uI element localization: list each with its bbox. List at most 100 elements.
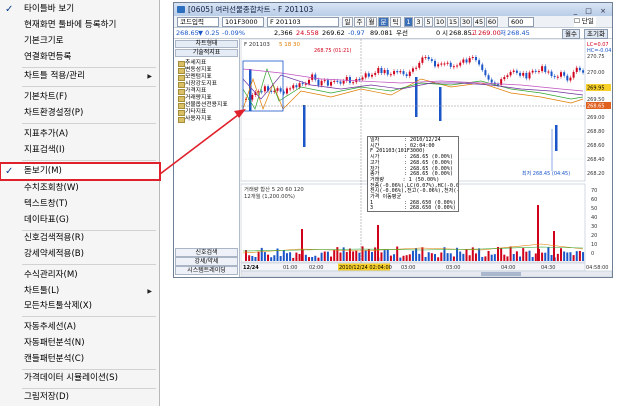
candle	[522, 72, 525, 76]
indicator-folder[interactable]: 시장강도지표	[178, 81, 217, 88]
chart-scrollbar[interactable]	[241, 270, 612, 277]
menu-item-chart-settings[interactable]: 차트환경설정(P)	[0, 106, 160, 121]
menu-item-candle-pattern[interactable]: 캔들패턴분석(C)	[0, 352, 160, 367]
candle	[303, 105, 306, 147]
priority-label: 우선	[396, 29, 408, 37]
volume-bar	[358, 252, 361, 261]
volume-bar	[459, 251, 462, 261]
code-input[interactable]: 101F3000	[222, 17, 264, 27]
reset-button[interactable]: 초기화	[584, 29, 608, 39]
mode-button[interactable]: 월수	[562, 29, 580, 39]
menu-item-save-image[interactable]: 그림저장(D)	[0, 390, 160, 405]
candle	[389, 74, 392, 76]
candle	[257, 91, 260, 93]
menu-item-label: 신호검색적용(R)	[24, 233, 85, 243]
low-label: 저	[500, 29, 506, 37]
candle	[393, 71, 396, 75]
indicator-folder[interactable]: 사용자지표	[178, 116, 212, 123]
unit-button[interactable]: 3	[414, 17, 423, 27]
candle	[386, 69, 389, 75]
volume-bar	[282, 250, 285, 261]
volume-bar	[465, 249, 468, 261]
menu-item-chart-tool[interactable]: 차트툴(L) ▶	[0, 284, 160, 299]
count-input[interactable]: 600	[508, 17, 534, 27]
unit-button[interactable]: 15	[447, 17, 459, 27]
menu-item-price-simulation[interactable]: 가격데이터 시뮬레이션(S)	[0, 371, 160, 386]
volume-bar	[443, 247, 446, 261]
chart-area[interactable]: F 201103 5 18 30 268.75 (01:21) 최저 268.4…	[241, 39, 612, 277]
volume-bar	[547, 247, 550, 261]
candle	[484, 70, 487, 76]
menu-item-delete-tools[interactable]: 모든차트툴삭제(X)	[0, 299, 160, 314]
menu-item-text-window[interactable]: 텍스트창(T)	[0, 197, 160, 212]
menu-item-signal-search[interactable]: 신호검색적용(R)	[0, 231, 160, 246]
menu-item-formula-manager[interactable]: 수식관리자(M)	[0, 268, 160, 283]
menu-item-auto-pattern[interactable]: 자동패턴분석(N)	[0, 336, 160, 351]
menu-item-titlebar[interactable]: ✓ 타이틀바 보기	[0, 2, 160, 17]
tab-period-tick[interactable]: 틱	[390, 17, 401, 27]
menu-item-magnifier[interactable]: ✓ 돋보기(M)	[0, 162, 161, 181]
tech-indicator-tab[interactable]: 기술적지표	[175, 49, 238, 57]
axis-label: 60	[591, 197, 597, 203]
menu-item-auto-trendline[interactable]: 자동추세선(A)	[0, 320, 160, 335]
menu-item-label: 그림저장(D)	[24, 392, 69, 402]
indicator-folder[interactable]: 거래량지표	[178, 95, 212, 102]
indicator-folder[interactable]: 기타지표	[178, 109, 206, 116]
menu-item-register-toolbar[interactable]: 현재화면 툴바에 등록하기	[0, 18, 160, 33]
strength-button[interactable]: 강세/약세	[175, 257, 238, 266]
system-trading-button[interactable]: 시스템트레이딩	[175, 266, 238, 275]
tab-period-month[interactable]: 월	[366, 17, 377, 27]
unit-button[interactable]: 1	[404, 17, 413, 27]
axis-label: 0	[591, 251, 594, 257]
candle	[367, 73, 370, 77]
volume-bar	[531, 256, 534, 261]
name-field[interactable]: F 201103	[267, 17, 339, 27]
candle	[383, 69, 386, 74]
menu-item-strength[interactable]: 강세약세적용(B)	[0, 247, 160, 262]
unit-button[interactable]: 30	[460, 17, 472, 27]
menu-item-data-table[interactable]: 데이타표(G)	[0, 213, 160, 228]
unit-button[interactable]: 5	[424, 17, 433, 27]
volume-bar	[478, 248, 481, 261]
volume-bar	[474, 253, 477, 261]
candle	[553, 76, 556, 78]
menu-item-value-window[interactable]: 수치조회창(W)	[0, 181, 160, 196]
menu-item-search-indicator[interactable]: 지표검색(I)	[0, 143, 160, 158]
candle	[437, 64, 440, 67]
scrollbar-thumb[interactable]	[481, 272, 521, 276]
volume-bar	[304, 254, 307, 261]
low-value: -0.97	[348, 29, 365, 37]
tab-period-minute[interactable]: 분	[378, 17, 389, 27]
high-value: 269.62	[322, 29, 345, 37]
unit-button[interactable]: 60	[486, 17, 498, 27]
menu-item-default-size[interactable]: 기본크기로	[0, 34, 160, 49]
indicator-folder[interactable]: 가격지표	[178, 88, 206, 95]
unit-button[interactable]: 45	[473, 17, 485, 27]
candle	[503, 77, 506, 80]
tab-period-week[interactable]: 주	[354, 17, 365, 27]
volume-bar	[468, 255, 471, 261]
candle	[314, 74, 317, 80]
candle	[443, 63, 446, 65]
menu-separator	[22, 388, 156, 389]
menu-item-add-indicator[interactable]: 지표추가(A)	[0, 127, 160, 142]
menu-separator	[22, 316, 156, 317]
menu-item-chart-frame[interactable]: 차트틀 적용/관리 ▶	[0, 69, 160, 84]
window-titlebar[interactable]: [0605] 여러선물종합차트 - F 201103 _ □ ×	[174, 3, 612, 16]
indicator-folder[interactable]: 선물옵션전용지표	[178, 102, 228, 109]
tab-period-day[interactable]: 일	[342, 17, 353, 27]
candle	[572, 71, 575, 78]
unit-button[interactable]: 10	[434, 17, 446, 27]
menu-item-basic-chart[interactable]: 기본차트(F)	[0, 90, 160, 105]
candle	[320, 80, 323, 86]
indicator-folder[interactable]: 추세지표	[178, 60, 206, 67]
indicator-folder[interactable]: 모멘텀지표	[178, 74, 212, 81]
chart-type-tab[interactable]: 차트형태	[175, 40, 238, 48]
candle	[276, 88, 279, 91]
single-checkbox[interactable]: ☐ 단일	[574, 17, 596, 27]
menu-item-link-screen[interactable]: 연결화면등록	[0, 50, 160, 65]
current-price: 268.65	[176, 29, 199, 37]
signal-search-button[interactable]: 신호검색	[175, 248, 238, 257]
indicator-folder[interactable]: 변동성지표	[178, 67, 212, 74]
code-combo[interactable]: 코드입력	[177, 17, 219, 27]
